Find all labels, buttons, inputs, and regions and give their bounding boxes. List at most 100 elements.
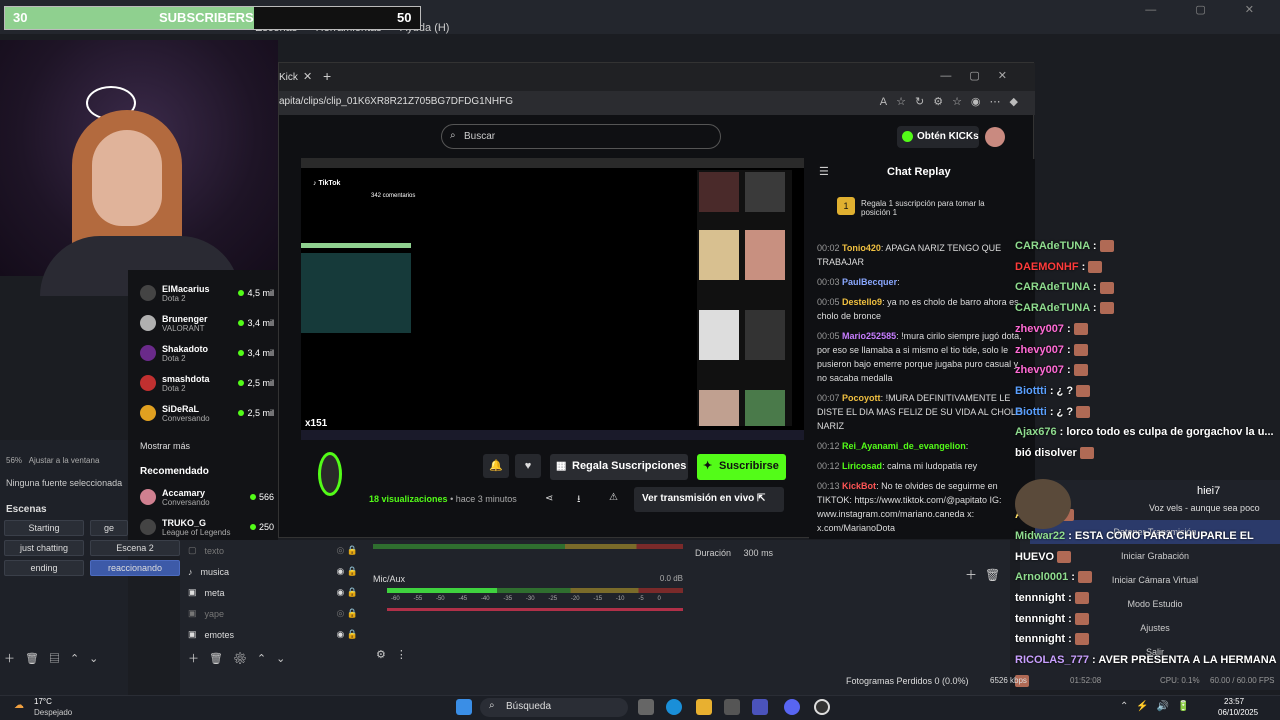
scene-starting[interactable]: Starting bbox=[4, 520, 84, 536]
start-button-icon[interactable] bbox=[456, 699, 472, 715]
source-meta[interactable]: ▣ meta ◉ 🔒 bbox=[188, 582, 358, 603]
emote-icon bbox=[1076, 385, 1091, 398]
favorite-heart-button[interactable]: ♥ bbox=[515, 454, 541, 478]
scene-escena-2[interactable]: Escena 2 bbox=[90, 540, 180, 556]
mixer-toolbar[interactable]: ⚙⋮ bbox=[376, 648, 417, 661]
source-yape[interactable]: ▣ yape ◎ 🔒 bbox=[188, 603, 358, 624]
scene-just-chatting[interactable]: just chatting bbox=[4, 540, 84, 556]
mixer-tick: -20 bbox=[570, 596, 580, 602]
task-view-icon[interactable] bbox=[638, 699, 654, 715]
close-tab-icon[interactable]: ✕ bbox=[303, 70, 312, 83]
chat-username: DAEMONHF bbox=[1015, 260, 1079, 273]
overlay-chat-line: zhevy007 : bbox=[1015, 340, 1280, 361]
chat-replay-message: 00:07 Pocoyott: !MURA DEFINITIVAMENTE LE… bbox=[817, 391, 1027, 433]
message-text: : calma mi ludopatia rey bbox=[882, 461, 978, 471]
get-kicks-button[interactable]: Obtén KICKs bbox=[897, 126, 979, 148]
search-input[interactable]: ⌕ Buscar bbox=[441, 124, 721, 149]
channel-avatar bbox=[140, 285, 156, 301]
menu-icon[interactable]: ☰ bbox=[819, 165, 829, 178]
mixer-tick: -50 bbox=[435, 596, 445, 602]
chat-username: CARAdeTUNA bbox=[1015, 281, 1090, 294]
message-user[interactable]: Liricosad bbox=[842, 461, 882, 471]
transition-toolbar[interactable]: ＋🗑 bbox=[965, 566, 1008, 583]
subscribe-button[interactable]: ✦ Suscribirse bbox=[697, 454, 786, 480]
report-icon[interactable]: ⚠ bbox=[609, 492, 618, 503]
download-icon[interactable]: ⭳ bbox=[577, 492, 581, 509]
mixer-tick: -25 bbox=[548, 596, 558, 602]
new-tab-icon[interactable]: + bbox=[323, 68, 331, 84]
file-explorer-icon[interactable] bbox=[696, 699, 712, 715]
message-user[interactable]: Tonio420 bbox=[842, 243, 881, 253]
viewer-count: 566 bbox=[249, 492, 274, 502]
source-emotes[interactable]: ▣ emotes ◉ 🔒 bbox=[188, 624, 358, 645]
notification-bell-button[interactable]: 🔔 bbox=[483, 454, 509, 478]
message-user[interactable]: PaulBecquer bbox=[842, 277, 897, 287]
streamer-avatar-ring[interactable] bbox=[318, 452, 342, 496]
store-icon[interactable] bbox=[724, 699, 740, 715]
channel-category: Dota 2 bbox=[162, 353, 186, 363]
system-tray-icons[interactable]: ⌃⚡🔊🔋 bbox=[1120, 701, 1198, 712]
watch-live-button[interactable]: Ver transmisión en vivo ⇱ bbox=[634, 487, 784, 512]
comments-count: 342 comentarios bbox=[371, 193, 416, 199]
user-avatar[interactable] bbox=[985, 127, 1005, 147]
channel-item[interactable]: TRUKO_G League of Legends 250 bbox=[140, 512, 290, 542]
chat-username: zhevy007 bbox=[1015, 343, 1064, 356]
channel-avatar bbox=[140, 519, 156, 535]
mixer-tick: -55 bbox=[413, 596, 423, 602]
volume-slider[interactable] bbox=[387, 608, 683, 611]
scene-toolbar[interactable]: ＋🗑▤⌃⌄ bbox=[4, 650, 108, 666]
cpu-usage: CPU: 0.1% bbox=[1160, 676, 1200, 685]
channel-name: Shakadoto bbox=[162, 343, 209, 354]
alert-name: hiei7 bbox=[1197, 485, 1221, 497]
discord-icon[interactable] bbox=[784, 699, 800, 715]
taskbar-search[interactable]: ⌕ Búsqueda bbox=[480, 698, 628, 717]
message-user[interactable]: Destello9 bbox=[842, 297, 882, 307]
emote-icon bbox=[1076, 405, 1091, 418]
scene-reaccionando[interactable]: reaccionando bbox=[90, 560, 180, 576]
channel-item[interactable]: ElMacarius Dota 2 4,5 mil bbox=[140, 278, 290, 308]
chat-replay-message: 00:05 Destello9: ya no es cholo de barro… bbox=[817, 295, 1027, 323]
gift-subs-button[interactable]: ▦ Regala Suscripciones bbox=[550, 454, 688, 480]
clip-video-player[interactable]: ♪ TikTok 342 comentarios x151 bbox=[301, 158, 804, 440]
clock-time[interactable]: 23:57 bbox=[1224, 697, 1244, 706]
browser-window-controls[interactable]: —▢✕ bbox=[940, 69, 1025, 82]
overlay-chat-line: tennnight : bbox=[1015, 609, 1280, 630]
emote-icon bbox=[1074, 612, 1089, 625]
obs-icon[interactable] bbox=[814, 699, 830, 715]
channel-name: Brunenger bbox=[162, 313, 208, 324]
source-texto[interactable]: ▢ texto ◎ 🔒 bbox=[188, 540, 358, 561]
message-user[interactable]: KickBot bbox=[842, 481, 876, 491]
emote-icon bbox=[1099, 281, 1114, 294]
emote-icon bbox=[1099, 240, 1114, 253]
message-user[interactable]: Mario252585 bbox=[842, 331, 896, 341]
channel-item[interactable]: Brunenger VALORANT 3,4 mil bbox=[140, 308, 290, 338]
emote-icon bbox=[1074, 633, 1089, 646]
recommended-channels: Accamary Conversando 566 TRUKO_G League of L… bbox=[140, 482, 290, 542]
chat-text: : bbox=[1068, 612, 1072, 625]
source-toolbar[interactable]: ＋🗑⚙⌃⌄ bbox=[188, 650, 295, 666]
browser-toolbar-icons[interactable]: A☆↻⚙☆◉⋯◆ bbox=[880, 95, 1027, 108]
channel-item[interactable]: SiDeRaL Conversando 2,5 mil bbox=[140, 398, 290, 428]
recommended-title: Recomendado bbox=[140, 466, 209, 477]
show-more-link[interactable]: Mostrar más bbox=[140, 441, 190, 451]
channel-item[interactable]: Accamary Conversando 566 bbox=[140, 482, 290, 512]
address-bar[interactable]: apita/clips/clip_01K6XR8R21Z705BG7DFDG1N… bbox=[279, 91, 1035, 115]
edge-icon[interactable] bbox=[666, 699, 682, 715]
window-controls[interactable]: — ▢ ✕ bbox=[1145, 3, 1272, 16]
clip-views: 18 visualizaciones • hace 3 minutos bbox=[369, 494, 517, 504]
teams-icon[interactable] bbox=[752, 699, 768, 715]
sources-list: ▢ texto ◎ 🔒 ♪ musica ◉ 🔒 ▣ meta ◉ 🔒 ▣ yape ◎… bbox=[188, 540, 358, 645]
share-icon[interactable]: ⋖ bbox=[545, 493, 553, 504]
overlay-chat-line: RICOLAS_777 : AVER PRESENTA A LA HERMANA bbox=[1015, 650, 1280, 691]
channel-item[interactable]: smashdota Dota 2 2,5 mil bbox=[140, 368, 290, 398]
video-browser-chrome bbox=[301, 158, 804, 168]
chat-text: : bbox=[1092, 302, 1097, 315]
weather-temp[interactable]: 17°C bbox=[34, 697, 52, 706]
tab-kick[interactable]: Kick bbox=[279, 72, 298, 83]
source-musica[interactable]: ♪ musica ◉ 🔒 bbox=[188, 561, 358, 582]
message-user[interactable]: Pocoyott bbox=[842, 393, 881, 403]
message-user[interactable]: Rei_Ayanami_de_evangelion bbox=[842, 441, 966, 451]
channel-item[interactable]: Shakadoto Dota 2 3,4 mil bbox=[140, 338, 290, 368]
scene-ge[interactable]: ge bbox=[90, 520, 128, 536]
scene-ending[interactable]: ending bbox=[4, 560, 84, 576]
